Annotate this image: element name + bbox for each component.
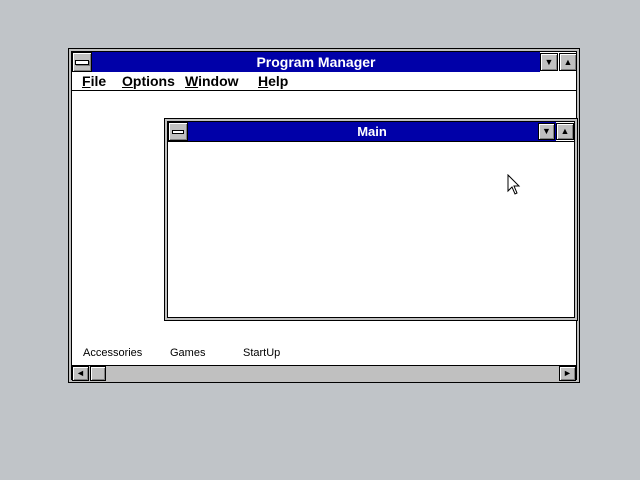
menu-window[interactable]: Window — [185, 73, 239, 89]
scroll-thumb[interactable] — [90, 366, 106, 381]
menu-file-accel: F — [82, 73, 91, 89]
main-group-client-area[interactable] — [168, 141, 574, 317]
menu-window-accel: W — [185, 73, 199, 89]
menu-help-label: elp — [268, 73, 289, 89]
pm-maximize-button[interactable]: ▲ — [559, 53, 577, 71]
scroll-right-icon: ► — [563, 368, 572, 378]
pm-minimize-button[interactable]: ▼ — [540, 53, 558, 71]
system-menu-icon — [172, 129, 184, 134]
menu-options-label: ptions — [132, 73, 175, 89]
pm-system-menu-button[interactable] — [72, 52, 92, 72]
group-icon-games[interactable]: Games — [170, 347, 205, 359]
menu-bar: File Options Window Help — [72, 72, 576, 91]
main-group-window[interactable]: Main ▼ ▲ — [164, 118, 578, 321]
main-group-frame: Main ▼ ▲ — [167, 121, 575, 318]
main-minimize-button[interactable]: ▼ — [538, 123, 555, 140]
menu-file-label: ile — [90, 73, 107, 89]
menu-options-accel: O — [122, 73, 133, 89]
program-manager-frame: Program Manager ▼ ▲ File Options Window … — [71, 51, 578, 381]
scroll-left-icon: ◄ — [76, 368, 85, 378]
minimize-icon: ▼ — [542, 126, 551, 136]
program-manager-window[interactable]: Program Manager ▼ ▲ File Options Window … — [68, 48, 580, 383]
main-maximize-button[interactable]: ▲ — [556, 123, 574, 140]
maximize-icon: ▲ — [560, 126, 570, 136]
scroll-left-button[interactable]: ◄ — [72, 366, 89, 381]
menu-file[interactable]: File — [82, 73, 106, 89]
pm-title-bar[interactable]: Program Manager — [92, 52, 540, 72]
main-system-menu-button[interactable] — [168, 122, 188, 141]
scroll-right-button[interactable]: ► — [559, 366, 576, 381]
group-icon-startup[interactable]: StartUp — [243, 347, 280, 359]
menu-window-label: indow — [198, 73, 239, 89]
menu-help-accel: H — [258, 73, 269, 89]
maximize-icon: ▲ — [563, 56, 573, 67]
group-icon-accessories[interactable]: Accessories — [83, 347, 142, 359]
main-title-bar[interactable]: Main — [188, 122, 556, 141]
system-menu-icon — [75, 59, 89, 65]
menu-options[interactable]: Options — [122, 73, 175, 89]
mouse-cursor-icon — [507, 174, 521, 195]
pm-window-title: Program Manager — [256, 54, 376, 70]
main-window-title: Main — [357, 124, 387, 139]
menu-help[interactable]: Help — [258, 73, 288, 89]
horizontal-scrollbar[interactable]: ◄ ► — [72, 365, 576, 381]
minimize-icon: ▼ — [544, 56, 554, 67]
